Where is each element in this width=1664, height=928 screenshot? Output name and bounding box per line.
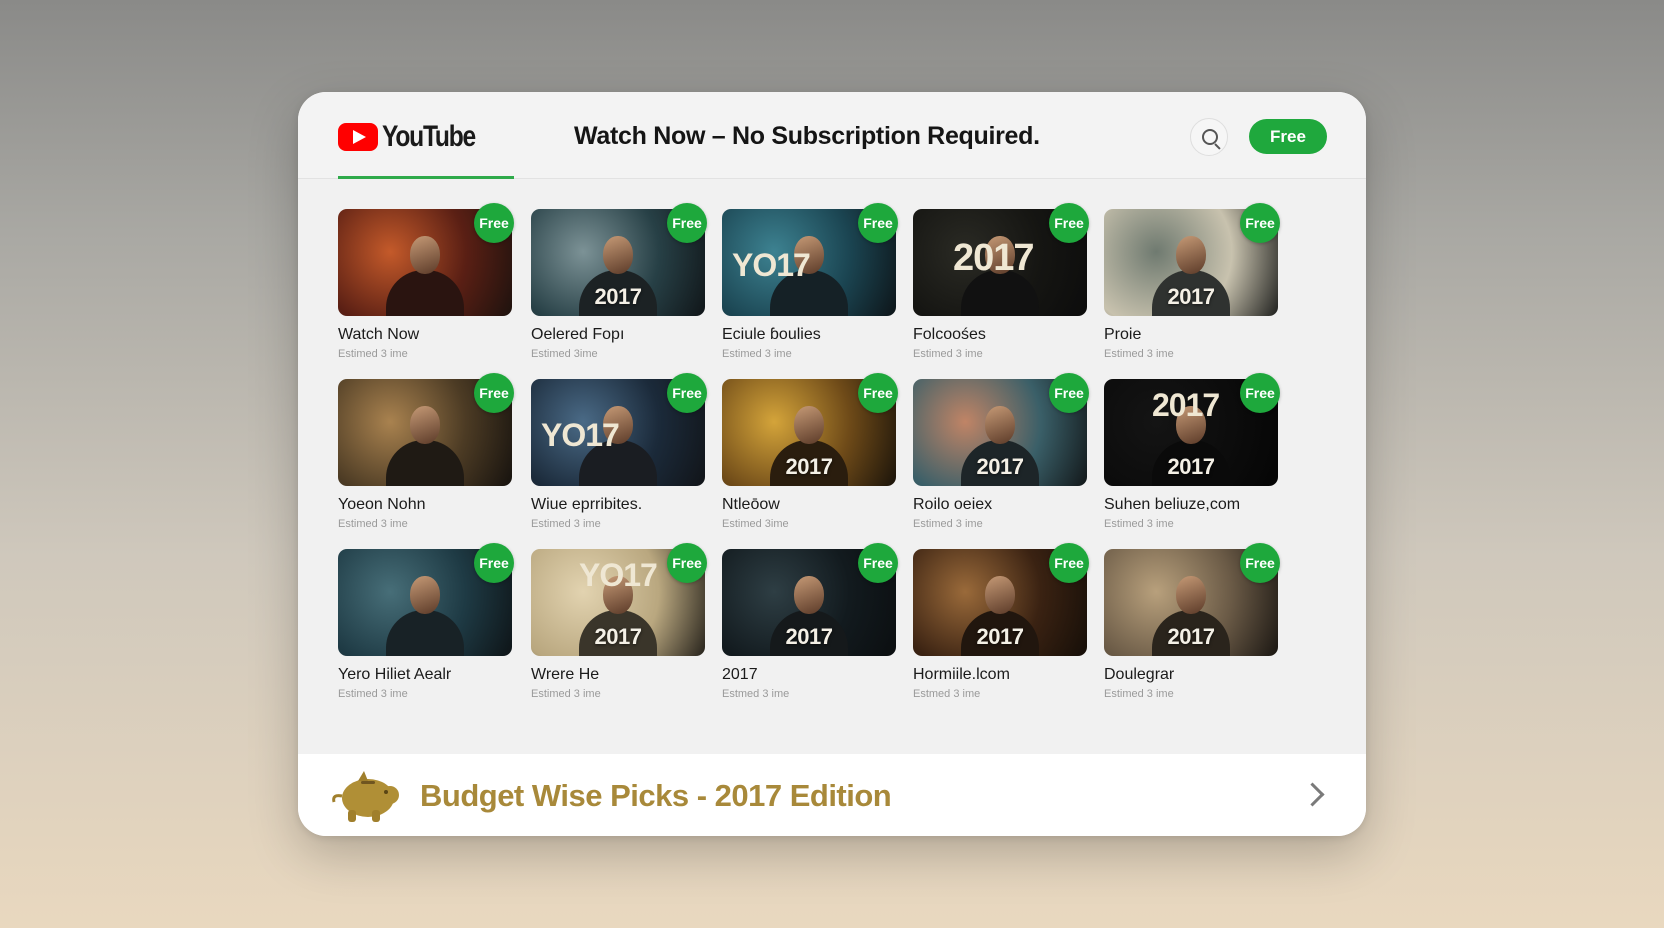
- video-card[interactable]: Free Yoeon Nohn Estimed 3 ime: [338, 373, 514, 539]
- video-meta: Estimed 3 ime: [338, 688, 408, 700]
- video-card[interactable]: 2017 Free 2017 Estmed 3 ime: [722, 543, 898, 709]
- video-title[interactable]: Suhen beliuze,com: [1104, 496, 1240, 514]
- poster-year: 2017: [1167, 624, 1215, 649]
- budget-picks-banner[interactable]: Budget Wise Picks - 2017 Edition: [298, 754, 1366, 836]
- video-title[interactable]: Wiue eprribites.: [531, 496, 642, 514]
- video-meta: Estimed 3 ime: [531, 688, 601, 700]
- video-card[interactable]: 2017 Free Douleɡrar Estimed 3 ime: [1104, 543, 1280, 709]
- play-icon: [338, 123, 378, 151]
- poster-title-text: YO17: [541, 417, 620, 453]
- video-meta: Estimed 3 ime: [722, 348, 792, 360]
- poster-year: 2017: [976, 624, 1024, 649]
- video-title[interactable]: Eciule ɓoulies: [722, 326, 821, 344]
- video-meta: Estimed 3 ime: [531, 518, 601, 530]
- poster-title-text: 2017: [953, 237, 1035, 279]
- poster-title-text: 2017: [1152, 387, 1220, 423]
- video-title[interactable]: Hormiile.lcom: [913, 666, 1010, 684]
- free-badge: Free: [667, 373, 707, 413]
- video-meta: Estimed 3 ime: [338, 348, 408, 360]
- free-badge: Free: [667, 203, 707, 243]
- video-title[interactable]: Watch Now: [338, 326, 419, 344]
- poster-year: 2017: [976, 454, 1024, 479]
- poster-year: 2017: [594, 624, 642, 649]
- video-title[interactable]: Wrere He: [531, 666, 599, 684]
- free-badge: Free: [1240, 543, 1280, 583]
- app-window: YouTube Watch Now – No Subscription Requ…: [298, 92, 1366, 836]
- video-meta: Estimed 3 ime: [913, 348, 983, 360]
- page-headline: Watch Now – No Subscription Required.: [574, 122, 1040, 150]
- video-card[interactable]: 2017 Free Oelered Fopı Estimed 3ime: [531, 203, 707, 369]
- video-meta: Estimed 3 ime: [1104, 688, 1174, 700]
- video-title[interactable]: Ntleōow: [722, 496, 780, 514]
- free-badge: Free: [1240, 203, 1280, 243]
- video-meta: Estmed 3 ime: [913, 688, 981, 700]
- video-card[interactable]: 2017 Free Hormiile.lcom Estmed 3 ime: [913, 543, 1089, 709]
- video-meta: Estimed 3 ime: [913, 518, 983, 530]
- video-title[interactable]: 2017: [722, 666, 758, 684]
- active-tab-underline: [338, 176, 514, 179]
- free-badge: Free: [858, 373, 898, 413]
- video-title[interactable]: Proie: [1104, 326, 1141, 344]
- video-grid: Free Watch Now Estimed 3 ime 2017 Free Oelere…: [338, 203, 1328, 729]
- video-card[interactable]: 2017 Free Roilo oeiex Estimed 3 ime: [913, 373, 1089, 539]
- video-card[interactable]: YO17 Free Wiue eprribites. Estimed 3 ime: [531, 373, 707, 539]
- logo-wordmark: YouTube: [382, 120, 476, 153]
- video-meta: Estimed 3 ime: [338, 518, 408, 530]
- poster-title-text: YO17: [732, 247, 811, 283]
- top-bar: YouTube Watch Now – No Subscription Requ…: [298, 92, 1366, 179]
- poster-year: 2017: [1167, 454, 1215, 479]
- video-meta: Estmed 3 ime: [722, 688, 790, 700]
- video-title[interactable]: Roilo oeiex: [913, 496, 992, 514]
- chevron-right-icon[interactable]: [1300, 782, 1325, 807]
- video-card[interactable]: YO17 Free Eciule ɓoulies Estimed 3 ime: [722, 203, 898, 369]
- free-badge: Free: [1049, 543, 1089, 583]
- video-card[interactable]: 2017 Free Ntleōow Estimed 3ime: [722, 373, 898, 539]
- free-badge: Free: [1240, 373, 1280, 413]
- video-title[interactable]: Yero Hiliet Aealr: [338, 666, 451, 684]
- video-title[interactable]: Douleɡrar: [1104, 666, 1174, 684]
- free-badge: Free: [858, 543, 898, 583]
- free-badge: Free: [1049, 203, 1089, 243]
- video-card[interactable]: Free Watch Now Estimed 3 ime: [338, 203, 514, 369]
- video-meta: Estimed 3 ime: [1104, 348, 1174, 360]
- poster-year: 2017: [594, 284, 642, 309]
- free-button[interactable]: Free: [1249, 119, 1327, 154]
- free-badge: Free: [858, 203, 898, 243]
- video-card[interactable]: YO17 2017 Free Wrere He Estimed 3 ime: [531, 543, 707, 709]
- video-title[interactable]: Yoeon Nohn: [338, 496, 426, 514]
- video-card[interactable]: Free Yero Hiliet Aealr Estimed 3 ime: [338, 543, 514, 709]
- banner-title: Budget Wise Picks - 2017 Edition: [420, 778, 892, 813]
- poster-title-text: YO17: [579, 557, 658, 593]
- video-meta: Estimed 3 ime: [1104, 518, 1174, 530]
- video-title[interactable]: Folcoośes: [913, 326, 986, 344]
- free-badge: Free: [1049, 373, 1089, 413]
- free-badge: Free: [474, 543, 514, 583]
- free-badge: Free: [474, 373, 514, 413]
- poster-year: 2017: [785, 624, 833, 649]
- poster-year: 2017: [785, 454, 833, 479]
- video-card[interactable]: 2017 Free Folcoośes Estimed 3 ime: [913, 203, 1089, 369]
- video-title[interactable]: Oelered Fopı: [531, 326, 624, 344]
- search-button[interactable]: [1190, 118, 1228, 156]
- video-meta: Estimed 3ime: [531, 348, 598, 360]
- youtube-logo[interactable]: YouTube: [338, 120, 495, 154]
- free-badge: Free: [474, 203, 514, 243]
- video-card[interactable]: 2017 2017 Free Suhen beliuze,com Estimed 3 i…: [1104, 373, 1280, 539]
- video-meta: Estimed 3ime: [722, 518, 789, 530]
- video-card[interactable]: 2017 Free Proie Estimed 3 ime: [1104, 203, 1280, 369]
- free-badge: Free: [667, 543, 707, 583]
- piggy-bank-icon: [332, 771, 399, 822]
- poster-year: 2017: [1167, 284, 1215, 309]
